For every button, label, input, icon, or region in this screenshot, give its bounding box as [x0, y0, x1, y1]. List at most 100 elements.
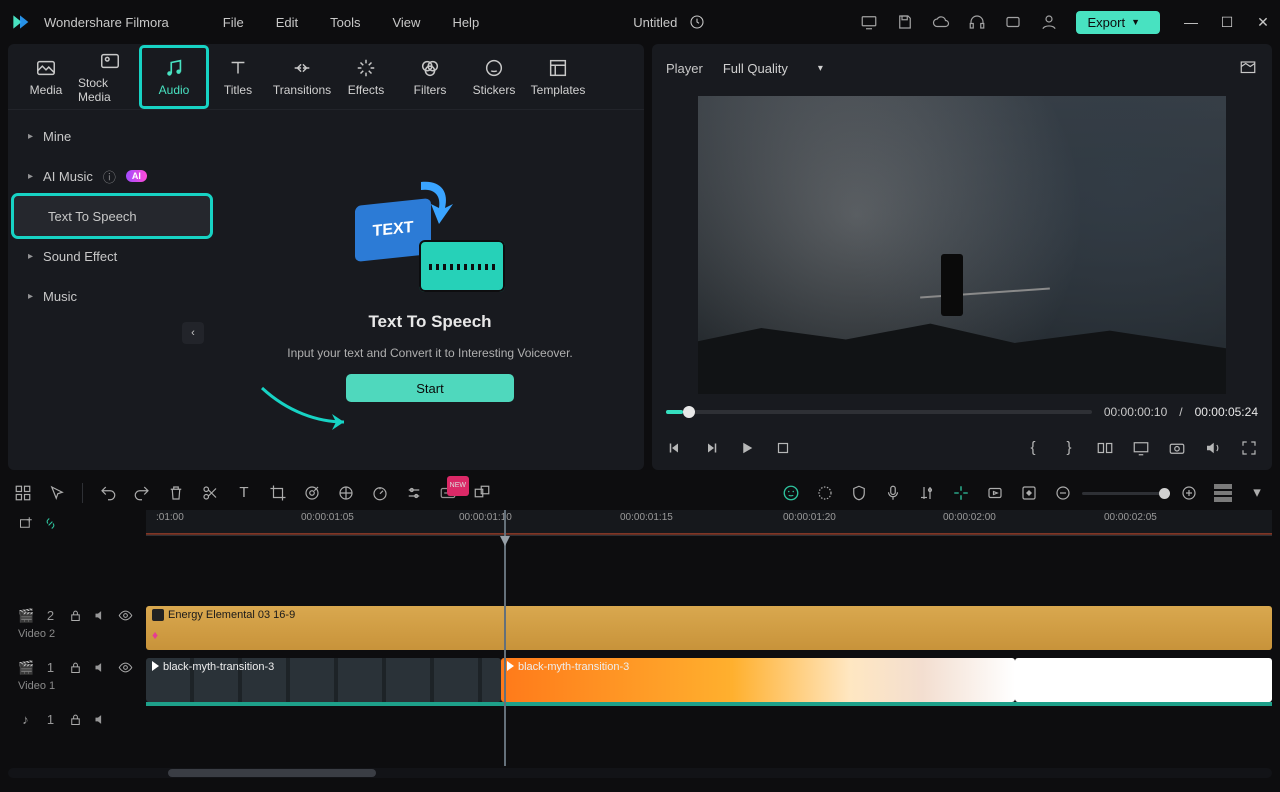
tab-effects[interactable]: Effects: [334, 48, 398, 106]
mark-in-button[interactable]: {: [1024, 439, 1042, 457]
playhead-slider[interactable]: [666, 410, 1092, 414]
sidebar-item-music[interactable]: ▸Music: [14, 276, 210, 316]
keyframe-icon[interactable]: [1020, 484, 1038, 502]
tab-stickers[interactable]: Stickers: [462, 48, 526, 106]
sidebar-item-text-to-speech[interactable]: Text To Speech: [14, 196, 210, 236]
tab-templates[interactable]: Templates: [526, 48, 590, 106]
clip-energy-elemental[interactable]: Energy Elemental 03 16-9 ♦: [146, 606, 1272, 650]
sidebar-collapse-button[interactable]: ‹: [182, 322, 204, 344]
audio-mixer-icon[interactable]: [918, 484, 936, 502]
track-audio1[interactable]: [146, 706, 1272, 732]
clip-black-myth-a[interactable]: black-myth-transition-3: [146, 658, 501, 702]
speed-ramp-icon[interactable]: [371, 484, 389, 502]
zoom-out-button[interactable]: [1054, 484, 1072, 502]
group-icon[interactable]: [473, 484, 491, 502]
menu-help[interactable]: Help: [452, 15, 479, 30]
ai-face-icon[interactable]: [782, 484, 800, 502]
crop-button[interactable]: [269, 484, 287, 502]
layout-icon[interactable]: [14, 484, 32, 502]
time-sep: /: [1179, 405, 1182, 419]
audio1-lock-icon[interactable]: [68, 712, 83, 727]
voiceover-mic-icon[interactable]: [884, 484, 902, 502]
window-close-button[interactable]: ✕: [1256, 14, 1270, 31]
delete-button[interactable]: [167, 484, 185, 502]
clip-black-myth-tail[interactable]: [1015, 658, 1272, 702]
menu-file[interactable]: File: [223, 15, 244, 30]
render-icon[interactable]: [986, 484, 1004, 502]
timeline-ruler[interactable]: :01:00 00:00:01:05 00:00:01:10 00:00:01:…: [146, 510, 1272, 536]
display-icon[interactable]: [1132, 439, 1150, 457]
fullscreen-button[interactable]: [1240, 439, 1258, 457]
track-video2[interactable]: Energy Elemental 03 16-9 ♦: [146, 602, 1272, 654]
marker-shield-icon[interactable]: [850, 484, 868, 502]
link-icon[interactable]: [43, 516, 58, 531]
save-icon[interactable]: [896, 13, 914, 31]
tab-audio[interactable]: Audio: [142, 48, 206, 106]
select-tool-icon[interactable]: [48, 484, 66, 502]
color-panel-icon[interactable]: [337, 484, 355, 502]
subtitle-tool-icon[interactable]: [439, 484, 457, 502]
window-maximize-button[interactable]: ☐: [1220, 14, 1234, 31]
timeline-scrollbar[interactable]: [8, 768, 1272, 778]
video2-lock-icon[interactable]: [68, 608, 83, 623]
sidebar-item-ai-music[interactable]: ▸AI MusicⓘAI: [14, 156, 210, 196]
track-view-toggle[interactable]: [1214, 484, 1232, 502]
video1-mute-icon[interactable]: [93, 660, 108, 675]
account-icon[interactable]: [1040, 13, 1058, 31]
audio1-mute-icon[interactable]: [93, 712, 108, 727]
export-button[interactable]: Export▼: [1076, 11, 1161, 34]
adjust-icon[interactable]: [405, 484, 423, 502]
asset-tab-strip: Media Stock Media Audio Titles Transitio…: [8, 44, 644, 110]
tab-media[interactable]: Media: [14, 48, 78, 106]
quality-dropdown[interactable]: Full Quality▾: [723, 61, 823, 76]
headphones-icon[interactable]: [968, 13, 986, 31]
compare-icon[interactable]: [1096, 439, 1114, 457]
device-icon[interactable]: [860, 13, 878, 31]
track-view-menu[interactable]: ▾: [1248, 484, 1266, 502]
video2-mute-icon[interactable]: [93, 608, 108, 623]
next-frame-button[interactable]: [702, 439, 720, 457]
add-track-icon[interactable]: [18, 516, 33, 531]
player-tab[interactable]: Player: [666, 61, 703, 76]
text-tool-icon[interactable]: T: [235, 484, 253, 502]
mark-out-button[interactable]: }: [1060, 439, 1078, 457]
notifications-icon[interactable]: [1004, 13, 1022, 31]
clip-black-myth-b[interactable]: black-myth-transition-3: [501, 658, 1015, 702]
video1-visible-icon[interactable]: [118, 660, 133, 675]
video1-lock-icon[interactable]: [68, 660, 83, 675]
sidebar-item-mine[interactable]: ▸Mine: [14, 116, 210, 156]
menu-tools[interactable]: Tools: [330, 15, 360, 30]
snapshot-button[interactable]: [1168, 439, 1186, 457]
prev-frame-button[interactable]: [666, 439, 684, 457]
volume-button[interactable]: [1204, 439, 1222, 457]
tab-filters[interactable]: Filters: [398, 48, 462, 106]
tab-transitions[interactable]: Transitions: [270, 48, 334, 106]
window-minimize-button[interactable]: —: [1184, 14, 1198, 31]
tts-title: Text To Speech: [368, 312, 491, 332]
speed-circle-icon[interactable]: [303, 484, 321, 502]
redo-button[interactable]: [133, 484, 151, 502]
video2-label: Video 2: [8, 628, 146, 654]
enhance-icon[interactable]: [816, 484, 834, 502]
cloud-icon[interactable]: [932, 13, 950, 31]
video2-visible-icon[interactable]: [118, 608, 133, 623]
zoom-in-button[interactable]: [1180, 484, 1198, 502]
timeline-playhead[interactable]: [504, 510, 506, 766]
menu-view[interactable]: View: [392, 15, 420, 30]
tab-stock-media[interactable]: Stock Media: [78, 48, 142, 106]
stop-button[interactable]: [774, 439, 792, 457]
sidebar-item-sound-effect[interactable]: ▸Sound Effect: [14, 236, 210, 276]
zoom-slider[interactable]: [1082, 492, 1170, 495]
snapshot-grid-icon[interactable]: [1238, 59, 1258, 77]
current-time: 00:00:00:10: [1104, 405, 1167, 419]
video-preview[interactable]: [652, 92, 1272, 398]
tab-titles[interactable]: Titles: [206, 48, 270, 106]
track-video1[interactable]: black-myth-transition-3 black-myth-trans…: [146, 654, 1272, 706]
snap-icon[interactable]: [952, 484, 970, 502]
tts-start-button[interactable]: Start: [346, 374, 514, 402]
play-button[interactable]: [738, 439, 756, 457]
menu-edit[interactable]: Edit: [276, 15, 298, 30]
undo-button[interactable]: [99, 484, 117, 502]
split-button[interactable]: [201, 484, 219, 502]
history-icon[interactable]: [689, 14, 705, 30]
